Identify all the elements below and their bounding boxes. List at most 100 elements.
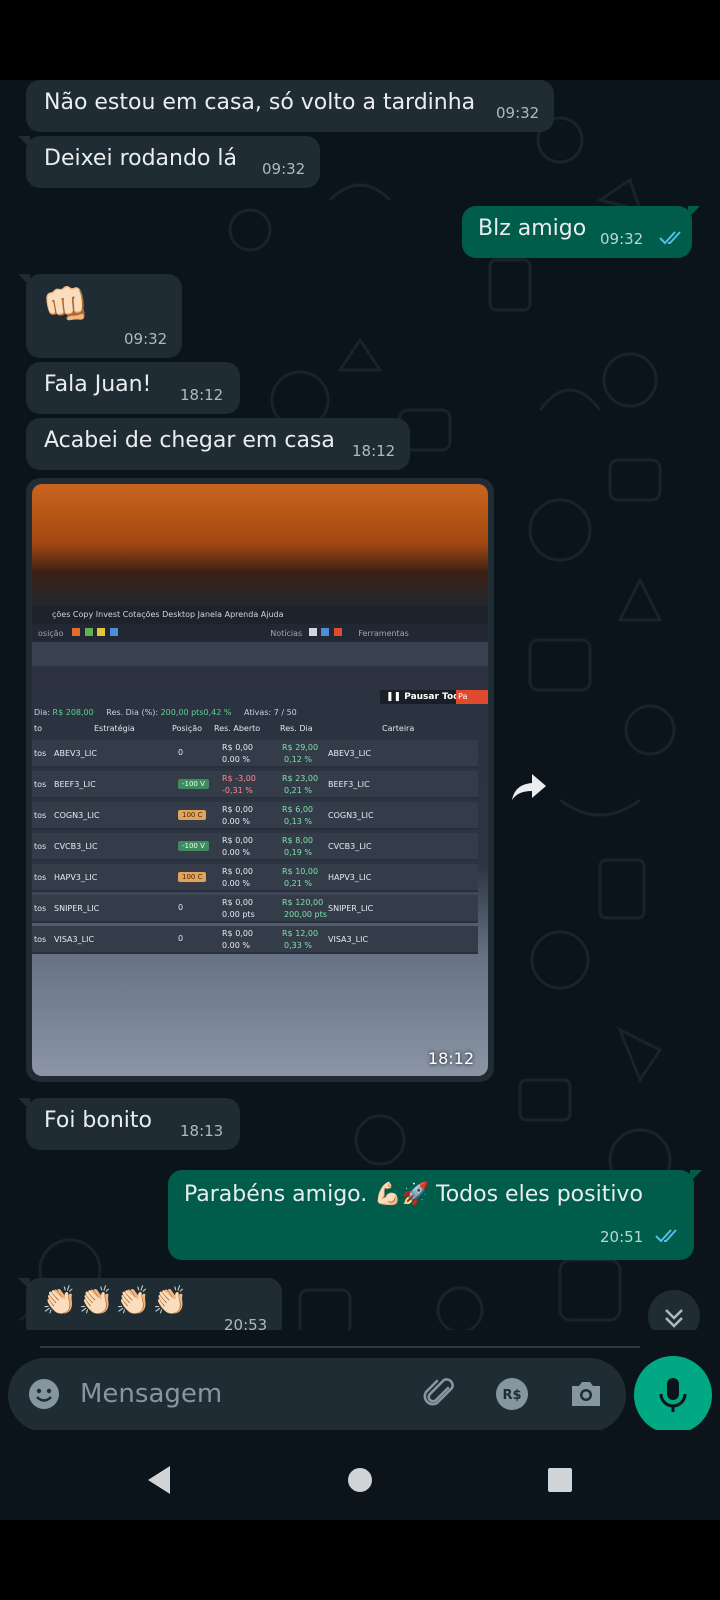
platform-table-row: tos VISA3_LIC 0 R$ 0,00 0.00 % R$ 12,00 0,33 %…: [32, 926, 478, 954]
message-text: Acabei de chegar em casa: [44, 428, 335, 453]
camera-icon[interactable]: [566, 1374, 606, 1414]
row-prefix: tos: [34, 904, 47, 913]
row-open-pct: 0.00 %: [222, 879, 250, 888]
message-input[interactable]: [80, 1372, 380, 1416]
back-triangle-icon[interactable]: [140, 1460, 180, 1500]
row-wallet: COGN3_LIC: [328, 811, 374, 820]
row-day-pct: 0,19 %: [284, 848, 312, 857]
message-text: Não estou em casa, só volto a tardinha: [44, 90, 476, 115]
image-message[interactable]: ções Copy Invest Cotações Desktop Janela…: [26, 478, 494, 1082]
row-prefix: tos: [34, 780, 47, 789]
row-position: 0: [178, 748, 184, 757]
row-wallet: HAPV3_LIC: [328, 873, 372, 882]
row-prefix: tos: [34, 842, 47, 851]
row-strategy: HAPV3_LIC: [54, 873, 98, 882]
message-bubble-incoming[interactable]: Acabei de chegar em casa 18:12: [26, 418, 410, 470]
row-position: -100 V: [178, 841, 209, 851]
row-wallet: SNIPER_LIC: [328, 904, 374, 913]
row-strategy: BEEF3_LIC: [54, 780, 96, 789]
divider: [40, 1346, 640, 1348]
bubble-tail: [18, 1098, 30, 1110]
row-day-value: R$ 10,00: [282, 867, 319, 876]
read-ticks-icon: [655, 1229, 677, 1243]
row-day-pct: 200,00 pts: [284, 910, 327, 919]
read-ticks-icon: [659, 231, 681, 245]
row-wallet: VISA3_LIC: [328, 935, 369, 944]
platform-table-row: tos HAPV3_LIC 100 C R$ 0,00 0.00 % R$ 10,00 0,…: [32, 864, 478, 892]
row-day-pct: 0,21 %: [284, 879, 312, 888]
trading-platform-screen: ções Copy Invest Cotações Desktop Janela…: [32, 606, 488, 1076]
row-open-value: R$ 0,00: [222, 836, 254, 845]
bubble-tail: [688, 206, 700, 218]
row-position: 100 C: [178, 810, 207, 820]
row-day-value: R$ 12,00: [282, 929, 319, 938]
message-bubble-incoming[interactable]: Não estou em casa, só volto a tardinha 0…: [26, 80, 554, 132]
voice-record-button[interactable]: [634, 1356, 712, 1434]
row-position: 0: [178, 903, 184, 912]
platform-menu: ções Copy Invest Cotações Desktop Janela…: [32, 606, 488, 624]
message-time: 09:32: [262, 160, 306, 178]
mic-icon: [659, 1378, 687, 1412]
row-strategy: CVCB3_LIC: [54, 842, 98, 851]
row-open-pct: -0,31 %: [222, 786, 253, 795]
row-strategy: ABEV3_LIC: [54, 749, 97, 758]
message-time: 09:32: [600, 230, 644, 248]
row-strategy: VISA3_LIC: [54, 935, 95, 944]
row-strategy: SNIPER_LIC: [54, 904, 100, 913]
message-text: Parabéns amigo. 💪🏻🚀 Todos eles positivo: [184, 1182, 643, 1207]
row-day-pct: 0,21 %: [284, 786, 312, 795]
message-bubble-incoming[interactable]: Deixei rodando lá 09:32: [18, 136, 320, 188]
row-position: 0: [178, 934, 184, 943]
platform-toolbar: osição Notícias Ferramentas: [32, 624, 488, 642]
row-open-value: R$ 0,00: [222, 867, 254, 876]
platform-table-header: to Estratégia Posição Res. Aberto Res. D…: [34, 724, 415, 733]
emoji-icon[interactable]: [26, 1376, 62, 1412]
row-prefix: tos: [34, 873, 47, 882]
bottom-black-area: [0, 1520, 720, 1600]
message-text: Foi bonito: [44, 1108, 153, 1133]
message-bubble-incoming[interactable]: Foi bonito 18:13: [18, 1098, 240, 1150]
svg-text:R$: R$: [502, 1388, 521, 1403]
rs-payment-icon[interactable]: R$: [492, 1374, 532, 1414]
message-time: 18:12: [352, 442, 396, 460]
status-bar-area: [0, 0, 720, 80]
row-strategy: COGN3_LIC: [54, 811, 100, 820]
photo-of-trading-screen[interactable]: ções Copy Invest Cotações Desktop Janela…: [32, 484, 488, 1076]
row-wallet: ABEV3_LIC: [328, 749, 371, 758]
message-bubble-outgoing[interactable]: Parabéns amigo. 💪🏻🚀 Todos eles positivo …: [168, 1170, 702, 1260]
message-time: 18:13: [180, 1122, 224, 1140]
message-text: Fala Juan!: [44, 372, 152, 397]
row-open-value: R$ -3,00: [222, 774, 256, 783]
row-day-pct: 0,13 %: [284, 817, 312, 826]
platform-table-row: tos SNIPER_LIC 0 R$ 0,00 0.00 pts R$ 120,00 20…: [32, 895, 478, 923]
row-wallet: BEEF3_LIC: [328, 780, 370, 789]
row-open-pct: 0.00 pts: [222, 910, 255, 919]
bubble-tail: [18, 136, 30, 148]
forward-icon[interactable]: [510, 766, 550, 806]
row-day-value: R$ 120,00: [282, 898, 324, 907]
message-bubble-incoming[interactable]: 👊🏻 09:32: [18, 274, 182, 358]
message-time: 09:32: [496, 104, 540, 122]
bubble-tail: [18, 1278, 30, 1290]
android-navigation-bar: [0, 1430, 720, 1520]
recents-square-icon[interactable]: [540, 1460, 580, 1500]
platform-table-row: tos ABEV3_LIC 0 R$ 0,00 0.00 % R$ 29,00 0,12 %…: [32, 740, 478, 768]
red-button: Pa: [456, 690, 488, 704]
row-day-value: R$ 8,00: [282, 836, 314, 845]
row-open-pct: 0.00 %: [222, 755, 250, 764]
message-bubble-incoming[interactable]: Fala Juan! 18:12: [26, 362, 240, 414]
message-time: 09:32: [124, 330, 168, 348]
row-day-value: R$ 6,00: [282, 805, 314, 814]
message-time: 18:12: [427, 1049, 474, 1068]
platform-table-row: tos BEEF3_LIC -100 V R$ -3,00 -0,31 % R$ 23,0…: [32, 771, 478, 799]
platform-table-row: tos CVCB3_LIC -100 V R$ 0,00 0.00 % R$ 8,00 0,…: [32, 833, 478, 861]
message-text: Blz amigo: [478, 216, 587, 241]
row-day-value: R$ 29,00: [282, 743, 319, 752]
row-prefix: tos: [34, 935, 47, 944]
home-circle-icon[interactable]: [340, 1460, 380, 1500]
platform-table-row: tos COGN3_LIC 100 C R$ 0,00 0.00 % R$ 6,00 0,1…: [32, 802, 478, 830]
paperclip-icon[interactable]: [420, 1374, 460, 1414]
row-prefix: tos: [34, 811, 47, 820]
row-day-pct: 0,12 %: [284, 755, 312, 764]
message-bubble-outgoing[interactable]: Blz amigo 09:32: [462, 206, 700, 258]
